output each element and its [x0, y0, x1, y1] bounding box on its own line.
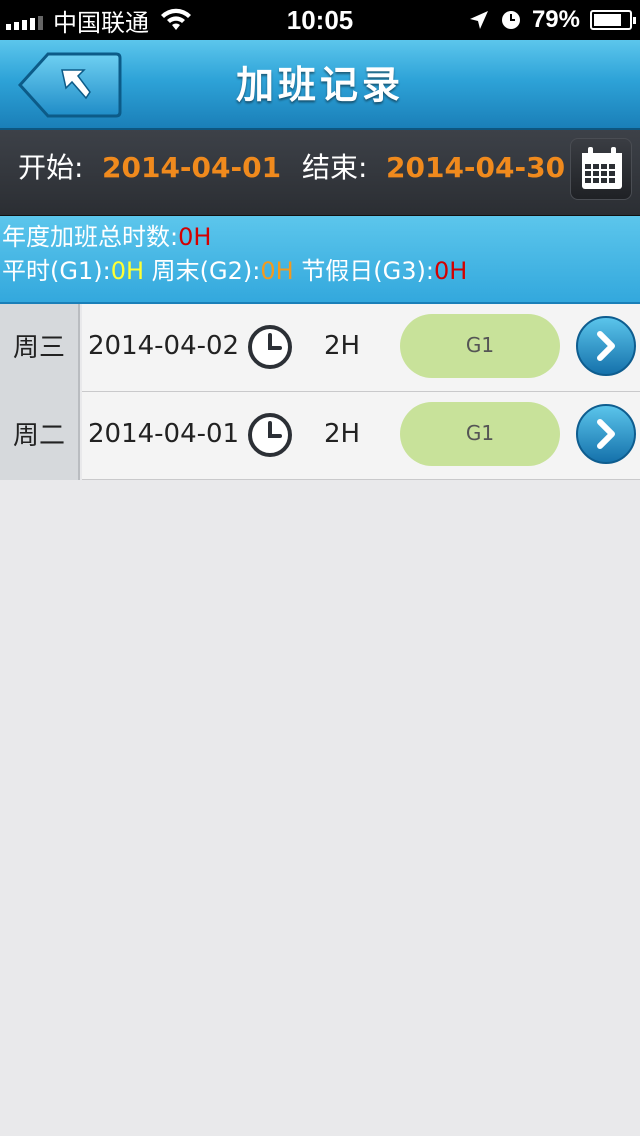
- record-hours: 2H: [324, 331, 361, 361]
- list-item[interactable]: 周三 2014-04-02 2H G1: [0, 304, 640, 392]
- clock-icon: [248, 325, 292, 369]
- battery-percent: 79%: [531, 6, 580, 33]
- annual-total-label: 年度加班总时数:: [2, 223, 179, 251]
- start-date-label: 开始:: [18, 151, 84, 184]
- record-details: 2014-04-02 2H G1: [82, 304, 640, 392]
- end-date-label: 结束:: [302, 151, 368, 184]
- weekday-label: 周二: [0, 392, 80, 480]
- calendar-button[interactable]: [570, 138, 632, 200]
- overtime-record-list: 周三 2014-04-02 2H G1 周二 2014-04-01 2H G1: [0, 304, 640, 480]
- alarm-clock-icon: [501, 11, 520, 29]
- date-range-bar: 开始: 2014-04-01 结束: 2014-04-30: [0, 130, 640, 216]
- start-date-value[interactable]: 2014-04-01: [102, 130, 281, 216]
- annual-total-line: 年度加班总时数:0H: [2, 220, 211, 254]
- record-details: 2014-04-01 2H G1: [82, 392, 640, 480]
- record-hours: 2H: [324, 419, 361, 449]
- status-right: 79%: [468, 0, 636, 40]
- annual-total-value: 0H: [178, 223, 212, 251]
- overtime-type-badge: G1: [400, 402, 560, 466]
- page-title: 加班记录: [235, 63, 404, 107]
- location-arrow-icon: [469, 11, 488, 29]
- battery-fill: [594, 14, 621, 26]
- g3-value: 0H: [434, 257, 468, 285]
- list-item[interactable]: 周二 2014-04-01 2H G1: [0, 392, 640, 480]
- g1-label: 平时(G1):: [2, 257, 111, 285]
- overtime-type-badge: G1: [400, 314, 560, 378]
- detail-button[interactable]: [574, 314, 638, 378]
- status-bar: 中国联通 10:05 79%: [0, 0, 640, 40]
- end-date-value[interactable]: 2014-04-30: [386, 130, 565, 216]
- clock-icon: [248, 413, 292, 457]
- g2-value: 0H: [260, 257, 294, 285]
- detail-button[interactable]: [574, 402, 638, 466]
- g1-value: 0H: [110, 257, 145, 285]
- record-date: 2014-04-01: [88, 419, 240, 449]
- navigation-bar: 加班记录: [0, 40, 640, 130]
- overtime-summary: 年度加班总时数:0H 平时(G1):0H 周末(G2):0H 节假日(G3):0…: [0, 216, 640, 304]
- category-totals-line: 平时(G1):0H 周末(G2):0H 节假日(G3):0H: [2, 254, 467, 288]
- g2-label: 周末(G2):: [151, 257, 261, 285]
- g3-label: 节假日(G3):: [301, 257, 434, 285]
- weekday-label: 周三: [0, 304, 80, 392]
- calendar-icon: [582, 147, 622, 189]
- battery-icon: [590, 10, 636, 30]
- record-date: 2014-04-02: [88, 331, 240, 361]
